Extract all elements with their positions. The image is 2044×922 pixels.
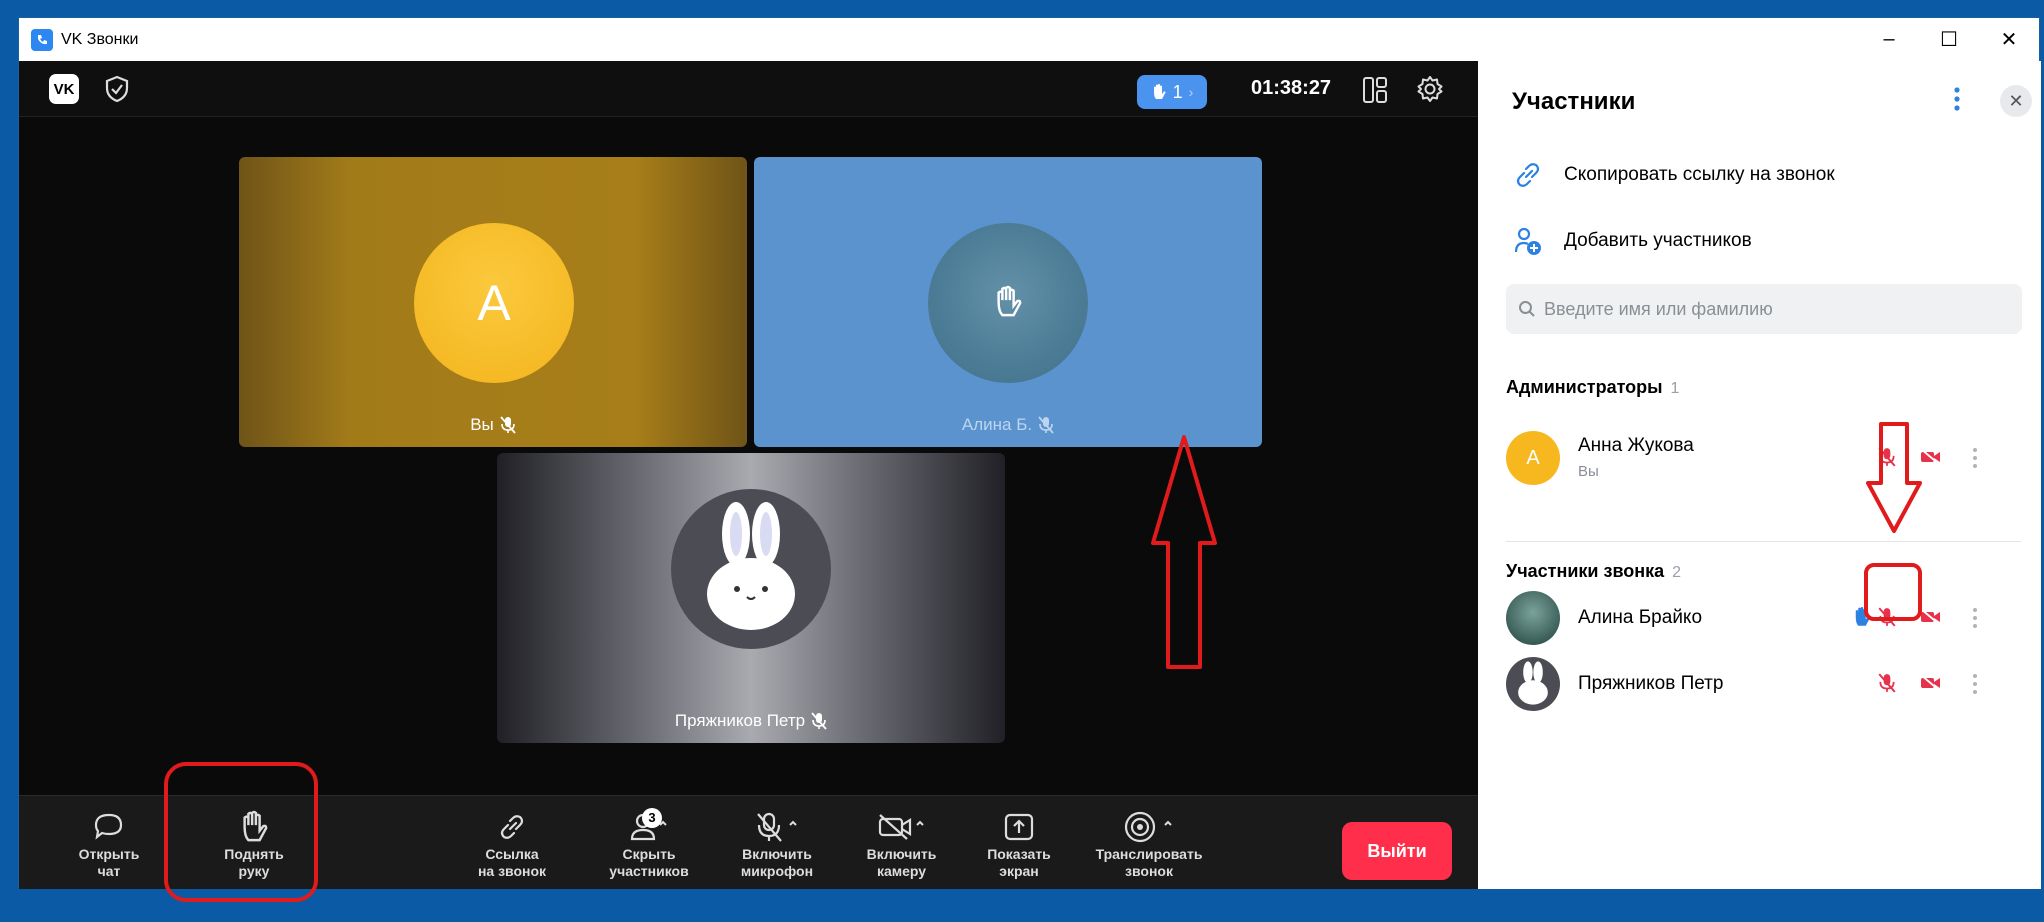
admins-section-title: Администраторы 1 xyxy=(1506,377,1680,397)
close-window-button[interactable]: ✕ xyxy=(1979,18,2039,61)
list-item[interactable]: Пряжников Петр xyxy=(1506,657,2026,713)
chat-icon xyxy=(94,813,123,840)
member-sub: Вы xyxy=(1578,463,1599,480)
annotation-box-hand xyxy=(1864,563,1922,621)
exit-button[interactable]: Выйти xyxy=(1342,822,1452,880)
camera-off-icon[interactable] xyxy=(1920,607,1942,627)
tile-name: Пряжников Петр xyxy=(674,711,806,730)
copy-link-row[interactable]: Скопировать ссылку на звонок xyxy=(1512,159,1835,191)
more-vertical-icon[interactable] xyxy=(1972,447,1978,469)
more-vertical-icon[interactable] xyxy=(1972,607,1978,629)
annotation-box-raise-hand xyxy=(164,762,318,902)
copy-link-label: Скопировать ссылку на звонок xyxy=(1564,164,1835,185)
vk-logo: VK xyxy=(49,74,79,104)
enable-camera-button[interactable]: Включить камеру xyxy=(854,808,949,880)
broadcast-icon xyxy=(1124,811,1172,843)
raised-hands-count: 1 xyxy=(1172,81,1183,102)
shield-icon[interactable] xyxy=(104,75,130,108)
app-icon xyxy=(31,28,53,51)
mic-off-icon xyxy=(500,416,516,434)
participants-panel: Участники ✕ Скопировать ссылку на звонок… xyxy=(1478,61,2041,889)
hand-icon xyxy=(997,285,1022,317)
link-icon xyxy=(1516,163,1540,187)
chevron-right-icon: › xyxy=(1188,84,1194,100)
layout-icon[interactable] xyxy=(1362,76,1388,109)
add-user-icon xyxy=(1514,227,1541,255)
search-input[interactable]: Введите имя или фамилию xyxy=(1506,284,2022,334)
app-window: VK Звонки – ☐ ✕ VK 1 › 01:38:27 A Вы Али… xyxy=(18,17,2041,902)
avatar: A xyxy=(414,223,574,383)
call-topbar: VK 1 › 01:38:27 xyxy=(19,61,1478,117)
list-item[interactable]: A Анна Жукова Вы xyxy=(1506,431,2026,487)
members-count: 2 xyxy=(1672,564,1682,581)
member-name: Пряжников Петр xyxy=(1578,673,1724,694)
annotation-arrow-down xyxy=(1866,422,1922,533)
tile-name: Вы xyxy=(470,415,494,434)
raised-hands-badge[interactable]: 1 › xyxy=(1137,75,1207,109)
members-section-title: Участники звонка 2 xyxy=(1506,561,1682,581)
video-tile-alina[interactable]: Алина Б. xyxy=(754,157,1262,447)
admins-count: 1 xyxy=(1670,380,1680,397)
mic-off-icon xyxy=(811,712,827,730)
avatar xyxy=(671,489,831,649)
participants-count-badge: 3 xyxy=(642,808,662,828)
mic-off-icon[interactable] xyxy=(1878,673,1896,693)
maximize-button[interactable]: ☐ xyxy=(1919,18,1979,61)
video-tile-petr[interactable]: Пряжников Петр xyxy=(497,453,1005,743)
panel-title: Участники xyxy=(1512,88,1636,115)
call-link-button[interactable]: Ссылка на звонок xyxy=(467,808,557,880)
camera-off-icon xyxy=(878,814,924,840)
avatar xyxy=(1506,591,1560,645)
avatar xyxy=(1506,657,1560,711)
add-members-label: Добавить участников xyxy=(1564,230,1752,251)
mic-off-icon xyxy=(757,812,797,842)
more-vertical-icon[interactable] xyxy=(1953,85,1961,118)
video-tile-you[interactable]: A Вы xyxy=(239,157,747,447)
hand-icon xyxy=(1153,84,1166,99)
title-bar: VK Звонки – ☐ ✕ xyxy=(19,18,2039,61)
more-vertical-icon[interactable] xyxy=(1972,673,1978,695)
member-name: Алина Брайко xyxy=(1578,607,1703,628)
avatar: A xyxy=(1506,431,1560,485)
share-screen-button[interactable]: Показать экран xyxy=(979,808,1059,880)
minimize-button[interactable]: – xyxy=(1859,18,1919,61)
tile-name: Алина Б. xyxy=(961,415,1033,434)
search-placeholder: Введите имя или фамилию xyxy=(1544,298,1773,319)
hide-participants-button[interactable]: 3 Скрыть участников xyxy=(594,808,704,880)
divider xyxy=(1506,541,2021,542)
list-item[interactable]: Алина Брайко xyxy=(1506,591,2026,647)
link-icon xyxy=(500,815,524,839)
mic-off-icon xyxy=(1038,416,1054,434)
window-title: VK Звонки xyxy=(61,30,139,48)
add-members-row[interactable]: Добавить участников xyxy=(1512,225,1752,257)
broadcast-call-button[interactable]: Транслировать звонок xyxy=(1084,808,1214,880)
open-chat-button[interactable]: Открыть чат xyxy=(69,808,149,880)
member-name: Анна Жукова xyxy=(1578,435,1694,456)
gear-icon[interactable] xyxy=(1416,75,1444,108)
camera-off-icon[interactable] xyxy=(1920,673,1942,693)
share-screen-icon xyxy=(1004,813,1034,841)
enable-mic-button[interactable]: Включить микрофон xyxy=(727,808,827,880)
annotation-arrow-up xyxy=(1151,435,1217,669)
call-timer: 01:38:27 xyxy=(1251,77,1332,99)
close-panel-button[interactable]: ✕ xyxy=(2000,85,2032,117)
search-icon xyxy=(1519,301,1535,317)
